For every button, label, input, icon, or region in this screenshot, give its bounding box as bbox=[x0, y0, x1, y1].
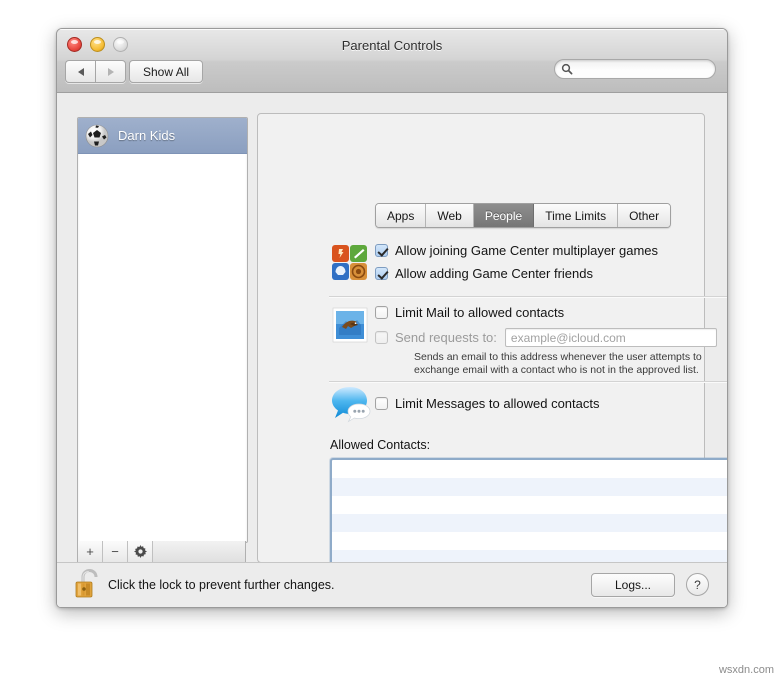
limit-messages-label: Limit Messages to allowed contacts bbox=[395, 396, 600, 411]
parental-controls-window: Parental Controls Show All Darn Kids + −… bbox=[56, 28, 728, 608]
mail-section: Limit Mail to allowed contacts Send requ… bbox=[329, 305, 717, 355]
user-list-sidebar[interactable]: Darn Kids bbox=[77, 117, 248, 543]
triangle-right-icon bbox=[107, 67, 114, 76]
navigation-buttons bbox=[65, 60, 126, 83]
allow-friends-label: Allow adding Game Center friends bbox=[395, 266, 593, 281]
soccer-ball-avatar bbox=[85, 124, 109, 148]
sidebar-toolbar-spacer bbox=[153, 541, 245, 562]
settings-tab-bar: Apps Web People Time Limits Other bbox=[375, 203, 672, 228]
limit-mail-checkbox[interactable] bbox=[375, 306, 388, 319]
unlocked-padlock-icon[interactable] bbox=[75, 567, 101, 606]
watermark: wsxdn.com bbox=[718, 664, 774, 676]
allowed-contacts-label: Allowed Contacts: bbox=[330, 438, 431, 452]
search-icon bbox=[561, 63, 573, 75]
list-item[interactable] bbox=[332, 496, 727, 514]
messages-options: Limit Messages to allowed contacts bbox=[375, 385, 599, 432]
mail-help-line-1: Sends an email to this address whenever … bbox=[414, 351, 702, 363]
sidebar-item-darn-kids[interactable]: Darn Kids bbox=[78, 118, 247, 154]
allow-multiplayer-row[interactable]: Allow joining Game Center multiplayer ga… bbox=[375, 243, 658, 258]
game-center-options: Allow joining Game Center multiplayer ga… bbox=[375, 243, 658, 290]
send-requests-checkbox bbox=[375, 331, 388, 344]
tab-apps[interactable]: Apps bbox=[376, 204, 427, 227]
logs-button[interactable]: Logs... bbox=[591, 573, 675, 597]
messages-bubble-icon bbox=[329, 385, 375, 432]
tab-time-limits[interactable]: Time Limits bbox=[534, 204, 619, 227]
send-requests-row: Send requests to: bbox=[375, 328, 717, 347]
allow-friends-row[interactable]: Allow adding Game Center friends bbox=[375, 266, 658, 281]
list-item[interactable] bbox=[332, 514, 727, 532]
tab-web[interactable]: Web bbox=[426, 204, 474, 227]
divider-mail bbox=[329, 381, 727, 382]
limit-messages-row[interactable]: Limit Messages to allowed contacts bbox=[375, 396, 599, 411]
allow-multiplayer-checkbox[interactable] bbox=[375, 244, 388, 257]
forward-button[interactable] bbox=[95, 60, 126, 83]
help-button[interactable]: ? bbox=[686, 573, 709, 596]
lock-status-text: Click the lock to prevent further change… bbox=[108, 578, 335, 592]
back-button[interactable] bbox=[65, 60, 95, 83]
limit-mail-label: Limit Mail to allowed contacts bbox=[395, 305, 565, 320]
mail-help-text: Sends an email to this address whenever … bbox=[414, 351, 727, 377]
gear-icon[interactable] bbox=[128, 541, 153, 562]
sidebar-item-label: Darn Kids bbox=[118, 128, 176, 143]
window-content: Darn Kids + − Allow joining Game Center … bbox=[57, 93, 727, 607]
send-requests-label: Send requests to: bbox=[395, 330, 497, 345]
tab-other[interactable]: Other bbox=[618, 204, 671, 227]
list-item[interactable] bbox=[332, 460, 727, 478]
window-titlebar: Parental Controls Show All bbox=[57, 29, 727, 93]
limit-messages-checkbox[interactable] bbox=[375, 397, 388, 410]
mail-stamp-icon bbox=[329, 305, 375, 355]
window-title: Parental Controls bbox=[341, 38, 443, 53]
show-all-button[interactable]: Show All bbox=[129, 60, 204, 83]
triangle-left-icon bbox=[77, 67, 84, 76]
window-footer: Click the lock to prevent further change… bbox=[57, 562, 727, 607]
divider-game-center bbox=[329, 296, 727, 297]
add-user-button[interactable]: + bbox=[78, 541, 103, 562]
mail-options: Limit Mail to allowed contacts Send requ… bbox=[375, 305, 717, 355]
search-input[interactable] bbox=[577, 62, 709, 76]
remove-user-button[interactable]: − bbox=[103, 541, 128, 562]
list-item[interactable] bbox=[332, 478, 727, 496]
tab-people[interactable]: People bbox=[473, 204, 535, 227]
sidebar-toolbar: + − bbox=[77, 541, 246, 563]
game-center-section: Allow joining Game Center multiplayer ga… bbox=[329, 243, 658, 290]
search-field[interactable] bbox=[554, 59, 716, 79]
send-requests-email-input[interactable] bbox=[504, 328, 717, 347]
list-item[interactable] bbox=[332, 532, 727, 550]
mail-help-line-2: exchange email with a contact who is not… bbox=[414, 364, 699, 376]
allow-friends-checkbox[interactable] bbox=[375, 267, 388, 280]
messages-section: Limit Messages to allowed contacts bbox=[329, 385, 599, 432]
limit-mail-row[interactable]: Limit Mail to allowed contacts bbox=[375, 305, 717, 320]
allow-multiplayer-label: Allow joining Game Center multiplayer ga… bbox=[395, 243, 659, 258]
game-center-icon bbox=[329, 243, 375, 290]
